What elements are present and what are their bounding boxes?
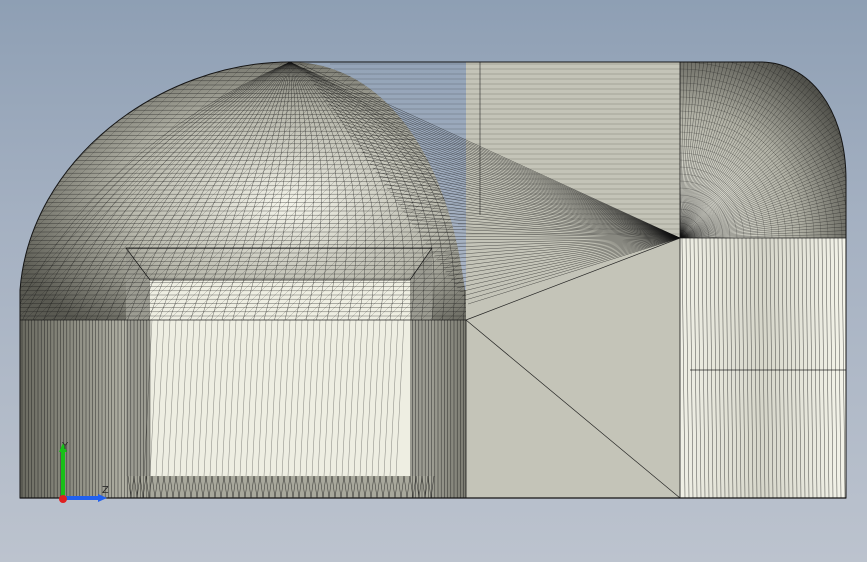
y-axis-label: Y <box>62 441 69 452</box>
middle-flat-face <box>466 62 680 498</box>
orientation-triad: Y Z <box>50 440 120 510</box>
graphics-viewport[interactable]: Y Z <box>0 0 867 562</box>
x-axis-dot <box>59 495 67 503</box>
axis-triad-icon <box>59 443 107 503</box>
mesh-model[interactable] <box>0 0 867 562</box>
model-faces <box>20 62 846 498</box>
right-cylinder-face <box>680 238 846 498</box>
z-axis-label: Z <box>102 485 109 496</box>
right-corner-fillet-face <box>680 62 846 238</box>
pocket-bottom-lip <box>126 476 432 498</box>
